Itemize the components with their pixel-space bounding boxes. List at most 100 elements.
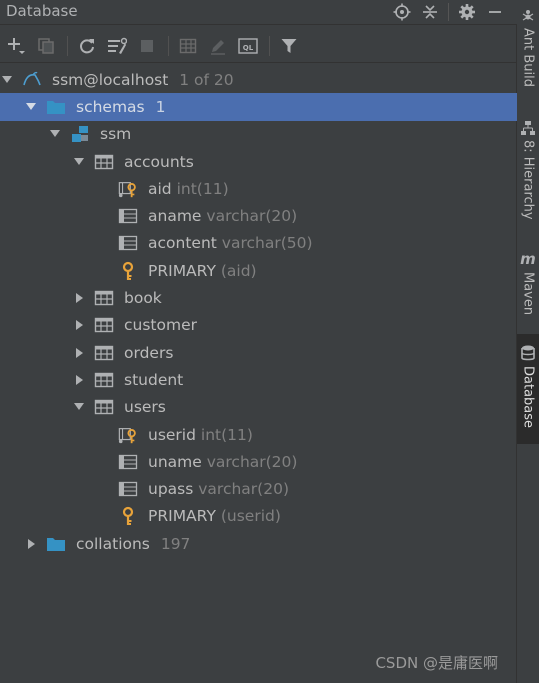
tab-maven[interactable]: m Maven [517,250,539,315]
database-icon [521,345,535,361]
table-icon [94,398,114,416]
tab-hierarchy[interactable]: 8: Hierarchy [517,120,539,220]
tree-node-table[interactable]: customer [0,312,517,339]
hierarchy-icon [521,121,535,135]
tab-ant-build-label: Ant Build [520,28,536,87]
minimize-icon[interactable] [481,0,509,24]
collapsed-arrow-icon[interactable] [72,291,86,305]
column-type: varchar(20) [206,452,298,471]
key-icon [118,507,138,526]
ant-icon [522,10,534,21]
tree-node-column[interactable]: upass varchar(20) [0,475,517,502]
column-type: varchar(50) [221,234,313,253]
tree-node-connection[interactable]: ssm@localhost 1 of 20 [0,66,517,93]
schemas-label: schemas [76,97,145,116]
expanded-arrow-icon[interactable] [24,100,38,114]
add-icon[interactable] [2,32,30,60]
collapse-all-icon[interactable] [416,0,444,24]
table-name: customer [124,316,197,335]
toolbar-separator [67,35,68,56]
expanded-arrow-icon[interactable] [48,127,62,141]
gear-icon[interactable] [453,0,481,24]
tree-node-column[interactable]: acontent varchar(50) [0,230,517,257]
mysql-icon [22,71,42,89]
tree-node-column[interactable]: uname varchar(20) [0,448,517,475]
key-columns: (userid) [220,507,281,526]
column-name: uname [148,452,202,471]
table-icon [94,316,114,334]
tab-ant-build[interactable]: Ant Build [517,8,539,87]
table-name: users [124,398,166,417]
tree-node-table[interactable]: book [0,284,517,311]
edit-icon[interactable] [204,32,232,60]
tree-node-key[interactable]: PRIMARY (aid) [0,257,517,284]
expanded-arrow-icon[interactable] [0,73,14,87]
table-name: accounts [124,152,194,171]
watermark: CSDN @是庸医啊 [375,654,498,672]
tree-node-schemas[interactable]: schemas 1 [0,93,517,121]
key-icon [118,261,138,280]
column-icon [118,453,138,471]
collapsed-arrow-icon[interactable] [72,318,86,332]
table-icon [94,371,114,389]
filter-icon[interactable] [275,32,303,60]
schema-name: ssm [100,125,132,144]
connection-name: ssm@localhost [52,70,169,89]
tab-database[interactable]: Database [517,334,539,444]
tree-node-table[interactable]: users [0,394,517,421]
tree-node-collations[interactable]: collations 197 [0,530,517,557]
header-separator [448,3,449,21]
database-tool-window: Database QL ssm@localhost 1 of 20 schema… [0,0,517,683]
toolbar-separator [269,35,270,56]
tree-node-column[interactable]: userid int(11) [0,421,517,448]
tree-node-table[interactable]: student [0,366,517,393]
column-icon [118,207,138,225]
header-actions [388,0,509,24]
column-name: upass [148,480,194,499]
collations-count: 197 [160,534,191,553]
column-icon [118,234,138,252]
tool-window-title: Database [6,2,78,20]
column-name: userid [148,425,196,444]
tree-node-column[interactable]: aid int(11) [0,175,517,202]
table-icon [94,344,114,362]
tree-node-table[interactable]: accounts [0,148,517,175]
key-name: PRIMARY [148,507,216,526]
primary-key-column-icon [118,180,138,198]
schemas-count: 1 [155,97,166,116]
folder-icon [46,98,66,116]
tree-node-schema-ssm[interactable]: ssm [0,121,517,148]
folder-icon [46,535,66,553]
locate-icon[interactable] [388,0,416,24]
table-icon [94,289,114,307]
right-tool-strip: Ant Build 8: Hierarchy m Maven Database [517,0,539,683]
column-type: varchar(20) [198,480,289,499]
column-type: varchar(20) [206,207,298,226]
key-columns: (aid) [220,261,257,280]
collapsed-arrow-icon[interactable] [72,346,86,360]
table-name: student [124,370,184,389]
schema-icon [70,125,90,143]
key-name: PRIMARY [148,261,216,280]
data-source-properties-icon[interactable] [103,32,131,60]
column-type: int(11) [200,425,253,444]
duplicate-icon[interactable] [32,32,60,60]
column-name: acontent [148,234,217,253]
tab-maven-label: Maven [520,272,536,316]
refresh-icon[interactable] [73,32,101,60]
tree-node-table[interactable]: orders [0,339,517,366]
tree-node-column[interactable]: aname varchar(20) [0,202,517,229]
tab-database-label: Database [520,366,536,429]
collations-label: collations [76,534,150,553]
table-editor-icon[interactable] [174,32,202,60]
column-name: aid [148,179,172,198]
ql-console-icon[interactable]: QL [234,32,262,60]
tab-hierarchy-label: 8: Hierarchy [520,140,536,220]
column-type: int(11) [176,179,229,198]
expanded-arrow-icon[interactable] [72,155,86,169]
collapsed-arrow-icon[interactable] [72,373,86,387]
tree-node-key[interactable]: PRIMARY (userid) [0,503,517,530]
collapsed-arrow-icon[interactable] [24,537,38,551]
expanded-arrow-icon[interactable] [72,400,86,414]
stop-icon[interactable] [133,32,161,60]
